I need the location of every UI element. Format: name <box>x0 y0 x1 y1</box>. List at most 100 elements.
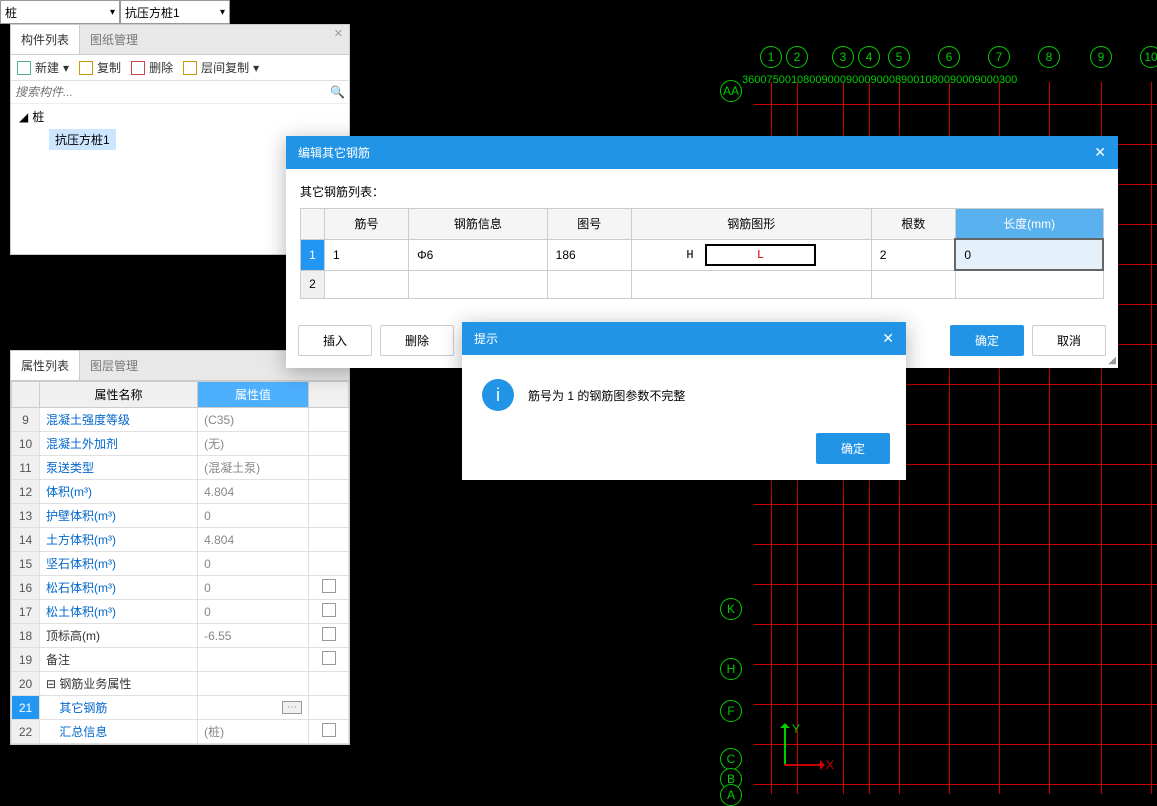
grid-bubble: 3 <box>832 46 854 68</box>
table-row[interactable]: 2 <box>301 270 1104 298</box>
checkbox <box>322 651 336 665</box>
new-button[interactable]: 新建 ▾ <box>17 59 69 76</box>
grid-bubble: F <box>720 700 742 722</box>
table-row[interactable]: 14土方体积(m³)4.804 <box>12 528 349 552</box>
prop-value[interactable]: 4.804 <box>198 480 309 504</box>
checkbox <box>322 603 336 617</box>
prop-value[interactable]: 4.804 <box>198 528 309 552</box>
grid-bubble: K <box>720 598 742 620</box>
dialog-title: 提示 <box>474 330 498 347</box>
prop-name: 体积(m³) <box>40 480 198 504</box>
prop-value[interactable]: 0 <box>198 552 309 576</box>
list-label: 其它钢筋列表： <box>300 183 1104 200</box>
prop-name: 混凝土外加剂 <box>40 432 198 456</box>
dd-value: 桩 <box>5 4 17 21</box>
dialog-titlebar[interactable]: 提示 ✕ <box>462 322 906 355</box>
layer-copy-button[interactable]: 层间复制 ▾ <box>183 59 259 76</box>
tree-item-selected[interactable]: 抗压方桩1 <box>49 129 116 150</box>
prop-value[interactable]: (桩) <box>198 720 309 744</box>
search-icon[interactable]: 🔍 <box>330 85 345 99</box>
prop-value[interactable]: 0 <box>198 576 309 600</box>
grid-bubble: 2 <box>786 46 808 68</box>
delete-button[interactable]: 删除 <box>131 59 173 76</box>
cell-shape[interactable]: H L <box>631 239 871 270</box>
prop-name: 顶标高(m) <box>40 624 198 648</box>
tab-drawing-mgmt[interactable]: 图纸管理 <box>80 25 148 54</box>
prop-name: 松土体积(m³) <box>40 600 198 624</box>
prop-value[interactable]: -6.55 <box>198 624 309 648</box>
checkbox <box>322 723 336 737</box>
tab-properties[interactable]: 属性列表 <box>11 351 80 380</box>
cell-count[interactable]: 2 <box>871 239 955 270</box>
table-row[interactable]: 9混凝土强度等级(C35) <box>12 408 349 432</box>
prop-value[interactable]: 0 <box>198 600 309 624</box>
more-button[interactable]: ⋯ <box>282 701 302 714</box>
table-row[interactable]: 22 汇总信息(桩) <box>12 720 349 744</box>
table-row[interactable]: 13护壁体积(m³)0 <box>12 504 349 528</box>
delete-button[interactable]: 删除 <box>380 325 454 356</box>
prop-name: 泵送类型 <box>40 456 198 480</box>
close-icon[interactable]: ✕ <box>1094 144 1106 161</box>
prop-value[interactable]: ⋯ <box>198 696 309 720</box>
prop-value[interactable] <box>198 648 309 672</box>
prop-value[interactable]: 0 <box>198 504 309 528</box>
cell-length[interactable]: 0 <box>955 239 1103 270</box>
search-input[interactable] <box>15 85 330 99</box>
table-row[interactable]: 20⊟ 钢筋业务属性 <box>12 672 349 696</box>
close-icon[interactable]: ✕ <box>332 25 345 42</box>
ok-button[interactable]: 确定 <box>816 433 890 464</box>
cell-info[interactable]: Φ6 <box>409 239 548 270</box>
table-row[interactable]: 18顶标高(m)-6.55 <box>12 624 349 648</box>
table-row[interactable]: 12体积(m³)4.804 <box>12 480 349 504</box>
table-row[interactable]: 21 其它钢筋⋯ <box>12 696 349 720</box>
table-row[interactable]: 17松土体积(m³)0 <box>12 600 349 624</box>
insert-button[interactable]: 插入 <box>298 325 372 356</box>
cell-fig-no[interactable]: 186 <box>547 239 631 270</box>
alert-dialog: 提示 ✕ i 筋号为 1 的钢筋图参数不完整 确定 <box>462 322 906 480</box>
table-row[interactable]: 1 1 Φ6 186 H L 2 0 <box>301 239 1104 270</box>
component-dropdown[interactable]: 抗压方桩1 ▾ <box>120 0 230 24</box>
tab-component-list[interactable]: 构件列表 <box>11 25 80 54</box>
prop-value[interactable]: (混凝土泵) <box>198 456 309 480</box>
chevron-down-icon: ▾ <box>220 7 225 18</box>
prop-value[interactable] <box>198 672 309 696</box>
dd-value: 抗压方桩1 <box>125 4 180 21</box>
chevron-down-icon: ▾ <box>63 61 69 75</box>
table-row[interactable]: 10混凝土外加剂(无) <box>12 432 349 456</box>
ok-button[interactable]: 确定 <box>950 325 1024 356</box>
table-row[interactable]: 16松石体积(m³)0 <box>12 576 349 600</box>
delete-icon <box>131 61 145 75</box>
property-panel: 属性列表 图层管理 属性名称 属性值 9混凝土强度等级(C35)10混凝土外加剂… <box>10 350 350 745</box>
grid-bubble: 10 <box>1140 46 1157 68</box>
cancel-button[interactable]: 取消 <box>1032 325 1106 356</box>
grid-bubble: 8 <box>1038 46 1060 68</box>
copy-icon <box>79 61 93 75</box>
dialog-titlebar[interactable]: 编辑其它钢筋 ✕ <box>286 136 1118 169</box>
axis-y <box>784 724 786 764</box>
table-row[interactable]: 15坚石体积(m³)0 <box>12 552 349 576</box>
category-dropdown[interactable]: 桩 ▾ <box>0 0 120 24</box>
close-icon[interactable]: ✕ <box>882 330 894 347</box>
panel-toolbar: 新建 ▾ 复制 删除 层间复制 ▾ <box>11 55 349 81</box>
prop-value[interactable]: (无) <box>198 432 309 456</box>
property-table: 属性名称 属性值 9混凝土强度等级(C35)10混凝土外加剂(无)11泵送类型(… <box>11 381 349 744</box>
table-row[interactable]: 19备注 <box>12 648 349 672</box>
search-bar: 🔍 <box>11 81 349 104</box>
checkbox <box>322 579 336 593</box>
resize-grip-icon[interactable]: ◢ <box>1108 355 1116 366</box>
collapse-icon[interactable]: ◢ <box>19 110 28 124</box>
copy-button[interactable]: 复制 <box>79 59 121 76</box>
cell-rebar-no[interactable]: 1 <box>325 239 409 270</box>
grid-bubble: A <box>720 784 742 806</box>
tree-root[interactable]: ◢ 桩 <box>19 108 341 125</box>
grid-bubble: 6 <box>938 46 960 68</box>
prop-name: 坚石体积(m³) <box>40 552 198 576</box>
prop-value[interactable]: (C35) <box>198 408 309 432</box>
tab-layer-mgmt[interactable]: 图层管理 <box>80 351 148 380</box>
prop-name: ⊟ 钢筋业务属性 <box>40 672 198 696</box>
chevron-down-icon: ▾ <box>110 7 115 18</box>
prop-name: 汇总信息 <box>40 720 198 744</box>
grid-bubble: AA <box>720 80 742 102</box>
table-row[interactable]: 11泵送类型(混凝土泵) <box>12 456 349 480</box>
rebar-table: 筋号 钢筋信息 图号 钢筋图形 根数 长度(mm) 1 1 Φ6 186 H L… <box>300 208 1104 299</box>
